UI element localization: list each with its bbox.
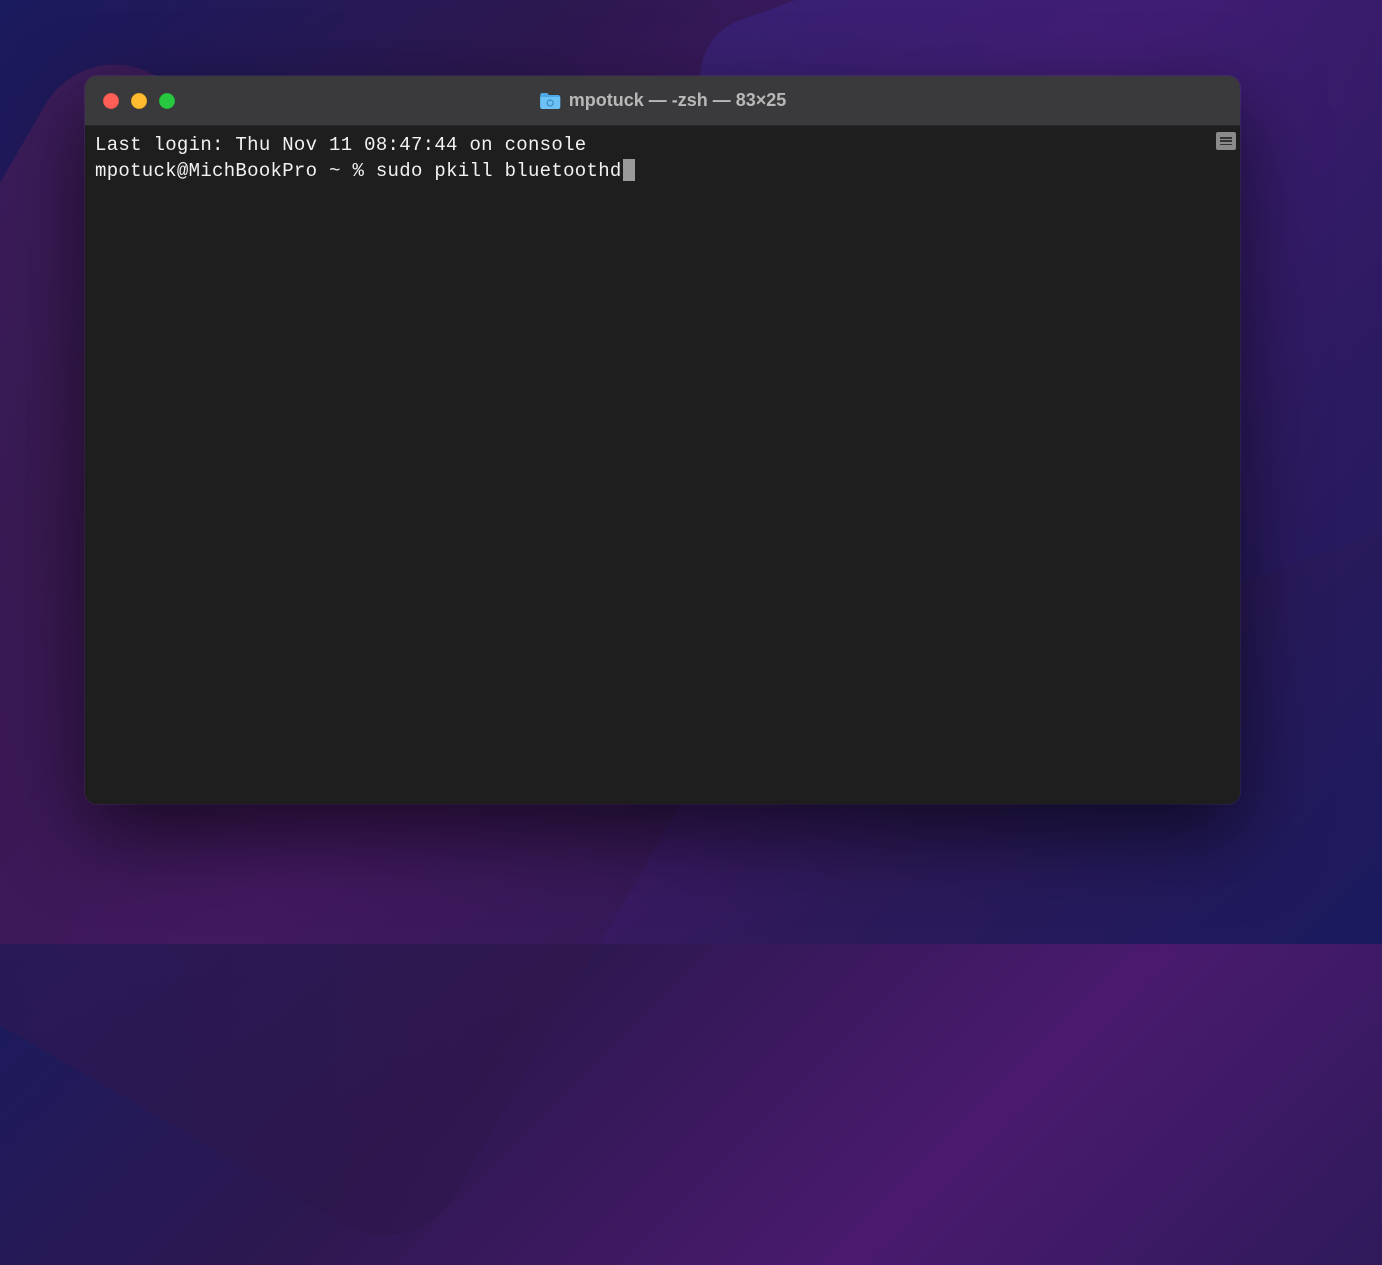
window-title: mpotuck — -zsh — 83×25 [539, 90, 787, 111]
terminal-output-line: Last login: Thu Nov 11 08:47:44 on conso… [95, 132, 1230, 158]
close-button[interactable] [103, 93, 119, 109]
terminal-window: mpotuck — -zsh — 83×25 Last login: Thu N… [85, 76, 1240, 804]
window-title-text: mpotuck — -zsh — 83×25 [569, 90, 787, 111]
scrollbar[interactable] [1216, 126, 1238, 804]
terminal-content[interactable]: Last login: Thu Nov 11 08:47:44 on conso… [85, 126, 1240, 804]
terminal-prompt-line: mpotuck@MichBookPro ~ % sudo pkill bluet… [95, 158, 1230, 184]
window-titlebar[interactable]: mpotuck — -zsh — 83×25 [85, 76, 1240, 126]
minimize-button[interactable] [131, 93, 147, 109]
maximize-button[interactable] [159, 93, 175, 109]
terminal-prompt: mpotuck@MichBookPro ~ % [95, 160, 376, 182]
window-controls [85, 93, 175, 109]
scroll-indicator-icon[interactable] [1216, 132, 1236, 150]
folder-icon [539, 92, 561, 110]
terminal-command-input[interactable]: sudo pkill bluetoothd [376, 160, 622, 182]
terminal-cursor [623, 159, 635, 181]
